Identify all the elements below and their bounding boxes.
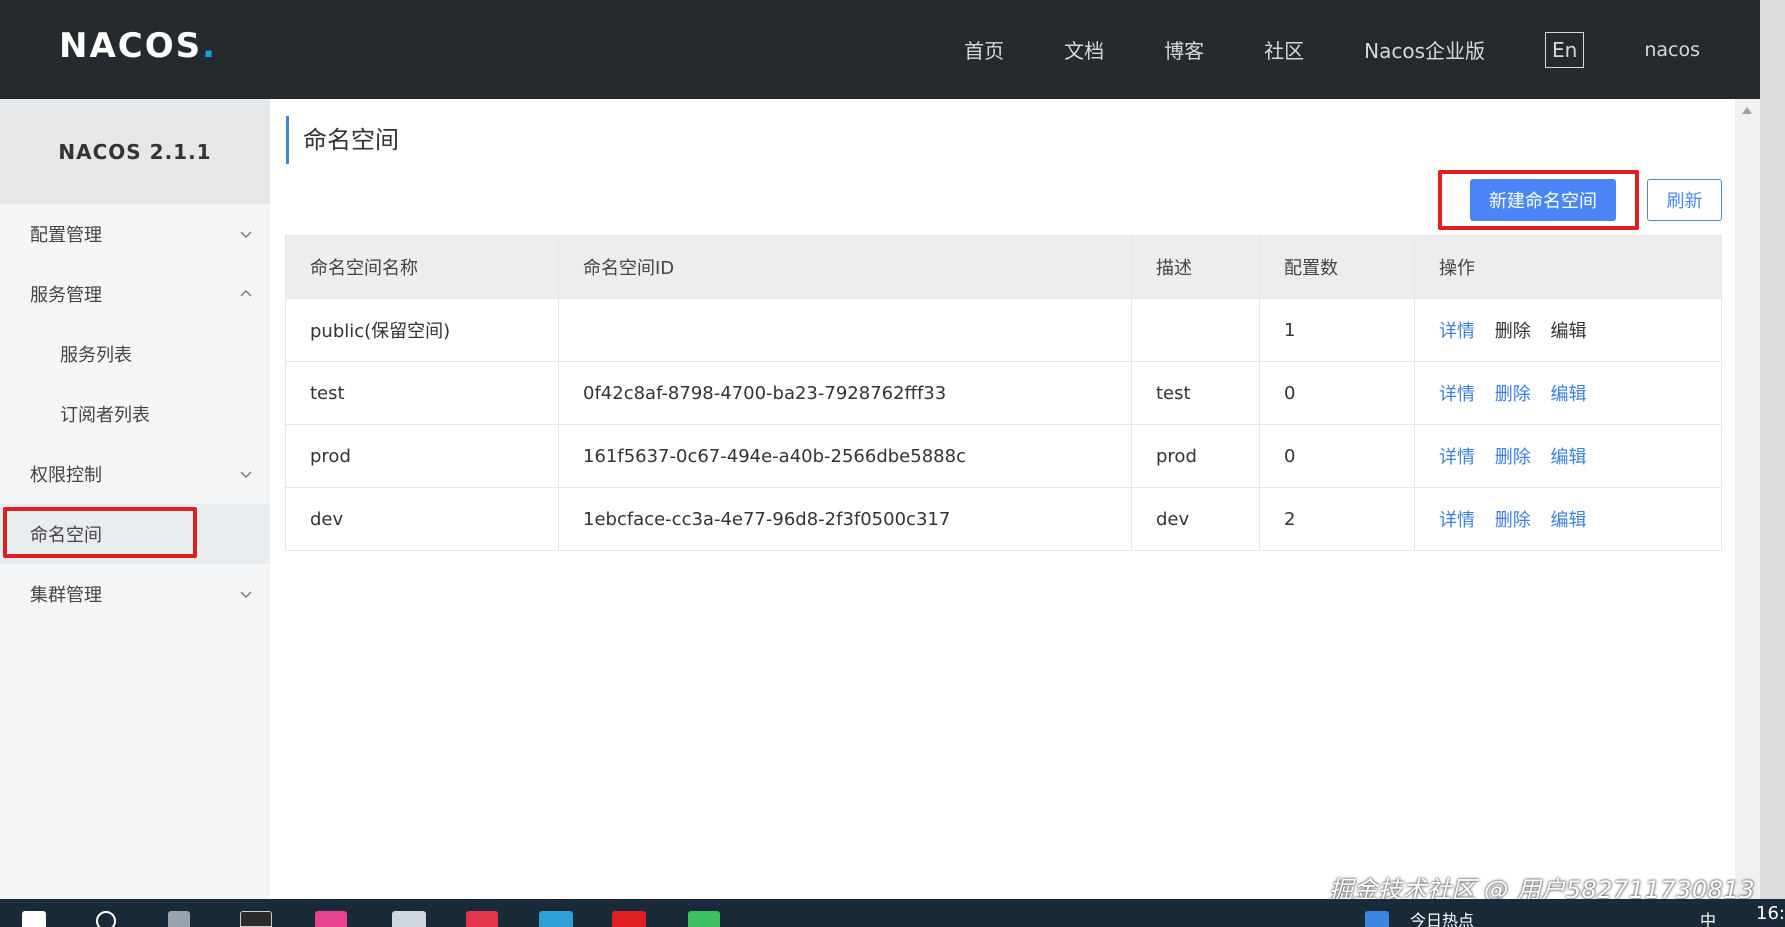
chevron-down-icon [238,466,254,482]
nav-home[interactable]: 首页 [964,35,1004,64]
column-header-description: 描述 [1131,235,1260,299]
app-icon[interactable] [466,911,498,927]
column-header-config-count: 配置数 [1259,235,1415,299]
sidebar-item-label: 订阅者列表 [60,405,150,426]
cell-config-count: 0 [1259,424,1415,488]
detail-link[interactable]: 详情 [1439,384,1475,405]
news-icon[interactable] [1365,911,1389,927]
cell-description [1131,298,1260,362]
create-namespace-button[interactable]: 新建命名空间 [1470,179,1616,221]
detail-link[interactable]: 详情 [1439,321,1475,342]
os-taskbar: 今日热点 中 16: [0,899,1785,927]
cell-config-count: 2 [1259,487,1415,551]
cell-description: test [1131,361,1260,425]
page-scrollbar[interactable] [1735,99,1760,899]
sidebar-item-label: 集群管理 [30,585,102,606]
sidebar-item-label: 服务列表 [60,345,132,366]
delete-link[interactable]: 删除 [1495,510,1531,531]
nav-docs[interactable]: 文档 [1064,35,1104,64]
cell-actions: 详情 删除 编辑 [1414,487,1722,551]
typora-icon[interactable] [392,911,426,927]
column-header-name: 命名空间名称 [285,235,559,299]
sidebar: NACOS 2.1.1 配置管理 服务管理 服务列表 订阅者列表 权限控制 命名… [0,99,270,899]
news-text[interactable]: 今日热点 [1410,907,1474,927]
detail-link[interactable]: 详情 [1439,447,1475,468]
terminal-icon[interactable] [240,911,272,927]
xshell-icon[interactable] [612,911,646,927]
wechat-icon[interactable] [688,911,720,927]
cell-name: public(保留空间) [285,298,559,362]
edge-browser-icon[interactable] [539,911,573,927]
top-nav: 首页 文档 博客 社区 Nacos企业版 En nacos [904,0,1700,99]
cell-description: dev [1131,487,1260,551]
cell-name: prod [285,424,559,488]
outer-scrollbar[interactable] [1760,0,1785,899]
language-toggle-button[interactable]: En [1545,31,1585,68]
table-row: prod 161f5637-0c67-494e-a40b-2566dbe5888… [285,424,1722,488]
cell-config-count: 1 [1259,298,1415,362]
top-navbar: NACOS . 首页 文档 博客 社区 Nacos企业版 En nacos [0,0,1760,99]
nacos-logo[interactable]: NACOS . [59,26,215,66]
search-icon[interactable] [96,911,116,927]
edit-link[interactable]: 编辑 [1550,384,1586,405]
sidebar-item-label: 命名空间 [30,525,102,546]
table-row: public(保留空间) 1 详情 删除 编辑 [285,298,1722,362]
delete-link[interactable]: 删除 [1495,384,1531,405]
user-name[interactable]: nacos [1644,39,1700,61]
cell-actions: 详情 删除 编辑 [1414,298,1722,362]
sidebar-item-service-management[interactable]: 服务管理 [0,264,270,324]
nav-enterprise[interactable]: Nacos企业版 [1364,35,1485,64]
main-content: 命名空间 新建命名空间 刷新 命名空间名称 命名空间ID 描述 配置数 操作 p… [270,99,1735,899]
edit-link-disabled: 编辑 [1550,321,1587,342]
scroll-up-arrow-icon[interactable] [1742,107,1752,114]
intellij-icon[interactable] [315,911,347,927]
cell-actions: 详情 删除 编辑 [1414,361,1722,425]
sidebar-item-access-control[interactable]: 权限控制 [0,444,270,504]
table-header-row: 命名空间名称 命名空间ID 描述 配置数 操作 [285,235,1722,299]
sidebar-item-cluster-management[interactable]: 集群管理 [0,564,270,624]
column-header-actions: 操作 [1414,235,1722,299]
edit-link[interactable]: 编辑 [1550,510,1586,531]
clock[interactable]: 16: [1756,903,1785,924]
page-title: 命名空间 [286,116,399,164]
cell-id: 161f5637-0c67-494e-a40b-2566dbe5888c [558,424,1132,488]
sidebar-item-label: 权限控制 [30,465,102,486]
cell-name: dev [285,487,559,551]
sidebar-item-label: 配置管理 [30,225,102,246]
cell-name: test [285,361,559,425]
detail-link[interactable]: 详情 [1439,510,1475,531]
nav-community[interactable]: 社区 [1264,35,1304,64]
chevron-down-icon [238,226,254,242]
cell-id [558,298,1132,362]
namespace-table: 命名空间名称 命名空间ID 描述 配置数 操作 public(保留空间) 1 详… [285,235,1722,551]
chevron-up-icon [238,286,254,302]
delete-link[interactable]: 删除 [1495,447,1531,468]
logo-text: NACOS [59,26,203,66]
nav-blog[interactable]: 博客 [1164,35,1204,64]
chevron-down-icon [238,586,254,602]
table-row: dev 1ebcface-cc3a-4e77-96d8-2f3f0500c317… [285,487,1722,551]
cell-actions: 详情 删除 编辑 [1414,424,1722,488]
windows-start-icon[interactable] [22,911,46,927]
cell-id: 0f42c8af-8798-4700-ba23-7928762fff33 [558,361,1132,425]
sidebar-item-subscriber-list[interactable]: 订阅者列表 [0,384,270,444]
sidebar-item-namespace[interactable]: 命名空间 [0,504,270,564]
cell-id: 1ebcface-cc3a-4e77-96d8-2f3f0500c317 [558,487,1132,551]
edit-link[interactable]: 编辑 [1550,447,1586,468]
version-label: NACOS 2.1.1 [0,99,270,204]
table-row: test 0f42c8af-8798-4700-ba23-7928762fff3… [285,361,1722,425]
sidebar-item-config-management[interactable]: 配置管理 [0,204,270,264]
ime-indicator[interactable]: 中 [1700,907,1716,927]
cell-config-count: 0 [1259,361,1415,425]
refresh-button[interactable]: 刷新 [1647,179,1722,221]
logo-dot: . [202,26,216,66]
task-view-icon[interactable] [168,911,190,927]
column-header-id: 命名空间ID [558,235,1132,299]
sidebar-item-service-list[interactable]: 服务列表 [0,324,270,384]
cell-description: prod [1131,424,1260,488]
sidebar-item-label: 服务管理 [30,285,102,306]
delete-link-disabled: 删除 [1494,321,1531,342]
